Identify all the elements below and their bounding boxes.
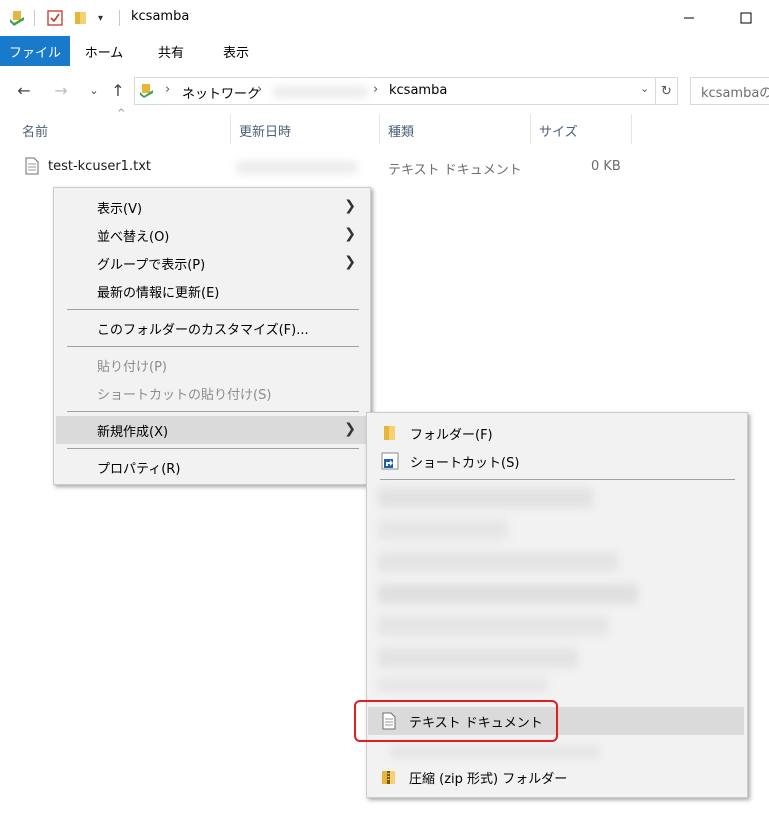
menu-item-label: プロパティ(R)	[97, 461, 181, 477]
minimize-button[interactable]	[666, 0, 712, 36]
minimize-icon	[684, 17, 694, 19]
submenu-item-label: 圧縮 (zip 形式) フォルダー	[409, 771, 568, 787]
tab-file[interactable]: ファイル	[0, 36, 70, 66]
menu-item-label: このフォルダーのカスタマイズ(F)...	[97, 322, 309, 338]
redacted-server-name	[273, 86, 368, 98]
menu-item-properties[interactable]: プロパティ(R)	[56, 454, 368, 480]
maximize-button[interactable]	[723, 0, 769, 36]
redacted-submenu-items	[368, 480, 743, 698]
breadcrumb-network[interactable]: ネットワーク	[182, 83, 260, 102]
text-file-icon	[25, 157, 39, 175]
properties-quick-button[interactable]	[46, 9, 64, 27]
menu-item-paste[interactable]: 貼り付け(P)	[56, 352, 368, 378]
submenu-item-label: フォルダー(F)	[410, 427, 493, 443]
up-arrow-icon: ↑	[111, 80, 125, 100]
maximize-icon	[740, 12, 752, 24]
redacted-modified-date	[236, 161, 358, 174]
menu-item-customize-folder[interactable]: このフォルダーのカスタマイズ(F)...	[56, 315, 368, 341]
menu-item-label: 最新の情報に更新(E)	[97, 285, 220, 301]
network-location-icon	[140, 84, 153, 98]
menu-item-label: グループで表示(P)	[97, 257, 206, 273]
recent-locations-button[interactable]: ⌄	[84, 80, 104, 100]
menu-item-label: 並べ替え(O)	[97, 229, 170, 245]
folder-icon	[384, 426, 395, 440]
submenu-arrow-icon: ❯	[344, 226, 356, 242]
column-header-name[interactable]: 名前	[14, 118, 230, 142]
submenu-item-label: ショートカット(S)	[410, 455, 520, 471]
file-row[interactable]: test-kcuser1.txt テキスト ドキュメント 0 KB	[20, 155, 640, 179]
menu-item-new[interactable]: 新規作成(X) ❯	[56, 416, 368, 444]
address-bar[interactable]: › ネットワーク › › kcsamba ⌄	[134, 77, 656, 105]
tab-home[interactable]: ホーム	[78, 36, 130, 66]
menu-separator	[67, 309, 359, 310]
search-input[interactable]: kcsambaの検索	[690, 77, 769, 105]
column-divider[interactable]	[631, 114, 632, 144]
breadcrumb-separator-icon: ›	[373, 82, 379, 97]
column-header-type[interactable]: 種類	[380, 118, 530, 142]
customize-quick-access-dropdown[interactable]: ▾	[98, 9, 103, 27]
breadcrumb-separator-icon: ›	[165, 82, 171, 97]
forward-button[interactable]: →	[51, 80, 71, 100]
address-dropdown-icon[interactable]: ⌄	[640, 82, 649, 95]
back-button[interactable]: ←	[14, 80, 34, 100]
context-menu: 表示(V) ❯ 並べ替え(O) ❯ グループで表示(P) ❯ 最新の情報に更新(…	[53, 187, 371, 485]
menu-item-label: ショートカットの貼り付け(S)	[97, 387, 272, 403]
forward-arrow-icon: →	[54, 80, 68, 100]
up-button[interactable]: ↑	[108, 80, 128, 100]
menu-separator	[67, 346, 359, 347]
toolbar-separator	[119, 10, 120, 26]
submenu-arrow-icon: ❯	[344, 421, 356, 437]
submenu-arrow-icon: ❯	[344, 198, 356, 214]
submenu-item-zip-folder[interactable]: 圧縮 (zip 形式) フォルダー	[368, 763, 744, 791]
tab-view[interactable]: 表示	[210, 36, 262, 66]
menu-item-paste-shortcut[interactable]: ショートカットの貼り付け(S)	[56, 380, 368, 406]
explorer-app-icon	[10, 11, 24, 26]
file-name: test-kcuser1.txt	[48, 159, 151, 174]
menu-item-label: 貼り付け(P)	[97, 359, 167, 375]
submenu-arrow-icon: ❯	[344, 254, 356, 270]
breadcrumb-separator-icon: ›	[257, 82, 263, 97]
menu-item-label: 表示(V)	[97, 201, 143, 217]
menu-separator	[67, 448, 359, 449]
back-arrow-icon: ←	[17, 80, 31, 100]
submenu-item-folder[interactable]: フォルダー(F)	[369, 419, 745, 447]
navigation-bar: ← → ⌄ ↑ › ネットワーク › › kcsamba ⌄ ↻ kcsamba…	[0, 72, 769, 108]
column-header-size[interactable]: サイズ	[531, 118, 631, 142]
annotation-highlight-box	[354, 700, 558, 742]
chevron-down-icon: ▾	[98, 12, 104, 24]
menu-item-view[interactable]: 表示(V) ❯	[56, 194, 368, 220]
tab-share[interactable]: 共有	[145, 36, 197, 66]
menu-item-sort[interactable]: 並べ替え(O) ❯	[56, 222, 368, 248]
menu-item-label: 新規作成(X)	[97, 424, 169, 440]
submenu-item-shortcut[interactable]: ショートカット(S)	[369, 447, 745, 475]
breadcrumb-kcsamba[interactable]: kcsamba	[389, 83, 447, 98]
title-bar: ▾ kcsamba	[0, 0, 769, 36]
zip-folder-icon	[382, 771, 395, 784]
menu-item-refresh[interactable]: 最新の情報に更新(E)	[56, 278, 368, 304]
menu-item-group-by[interactable]: グループで表示(P) ❯	[56, 250, 368, 276]
refresh-icon: ↻	[661, 83, 672, 99]
folder-icon	[75, 12, 86, 24]
ribbon-tabs: ファイル ホーム 共有 表示	[0, 36, 769, 66]
column-header-date[interactable]: 更新日時	[231, 118, 379, 142]
toolbar-separator	[34, 10, 35, 26]
new-folder-quick-button[interactable]	[73, 9, 89, 27]
file-type: テキスト ドキュメント	[388, 163, 522, 178]
chevron-down-icon: ⌄	[89, 83, 99, 97]
shortcut-icon	[381, 452, 399, 470]
file-size: 0 KB	[591, 159, 621, 174]
properties-check-icon	[47, 10, 63, 26]
refresh-button[interactable]: ↻	[656, 77, 678, 105]
redacted-submenu-item	[390, 745, 600, 759]
menu-separator	[67, 411, 359, 412]
window-title: kcsamba	[131, 9, 190, 24]
quick-access-toolbar	[8, 9, 26, 27]
